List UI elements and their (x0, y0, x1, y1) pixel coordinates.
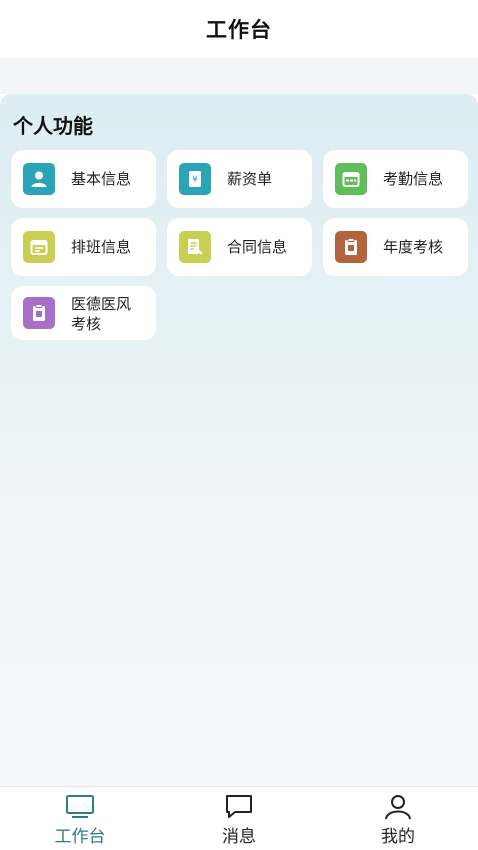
chat-icon (226, 795, 252, 818)
basic-info-card[interactable]: 基本信息 (11, 150, 156, 208)
header-gap (0, 58, 478, 94)
payslip-icon: ¥ (179, 163, 211, 195)
tab-label: 我的 (381, 827, 415, 847)
tab-me[interactable]: 我的 (338, 787, 458, 850)
annual-review-card[interactable]: 年度考核 (323, 218, 468, 276)
tab-messages[interactable]: 消息 (179, 787, 299, 850)
card-label: 医德医风 考核 (71, 294, 141, 334)
monitor-icon (66, 795, 94, 818)
bottom-tab-bar: 工作台 消息 我的 (0, 786, 478, 850)
tab-label: 消息 (222, 827, 256, 847)
card-label: 薪资单 (227, 170, 273, 188)
tab-label: 工作台 (54, 827, 106, 847)
schedule-icon (23, 231, 55, 263)
payslip-card[interactable]: ¥ 薪资单 (167, 150, 312, 208)
medical-ethics-review-card[interactable]: 医德医风 考核 (11, 286, 156, 340)
section-title: 个人功能 (13, 114, 93, 138)
card-label: 考勤信息 (383, 170, 444, 188)
card-label-line2: 考核 (71, 315, 102, 333)
card-label: 年度考核 (383, 238, 444, 256)
calendar-icon (335, 163, 367, 195)
personal-functions-panel: 个人功能 基本信息 ¥ 薪资单 考勤信息 排班信息 合同信息 年度考核 医德医风… (0, 94, 478, 786)
tab-workbench[interactable]: 工作台 (20, 787, 140, 850)
card-label-line1: 医德医风 (71, 295, 132, 313)
card-label: 合同信息 (227, 238, 288, 256)
top-bar: 工作台 (0, 0, 478, 58)
clipboard-icon (335, 231, 367, 263)
review-icon (23, 297, 55, 329)
attendance-card[interactable]: 考勤信息 (323, 150, 468, 208)
card-label: 基本信息 (71, 170, 132, 188)
person-icon (23, 163, 55, 195)
svg-text:¥: ¥ (192, 175, 198, 185)
card-label: 排班信息 (71, 238, 132, 256)
contract-icon (179, 231, 211, 263)
user-icon (385, 795, 411, 820)
contract-card[interactable]: 合同信息 (167, 218, 312, 276)
schedule-card[interactable]: 排班信息 (11, 218, 156, 276)
page-title: 工作台 (206, 18, 272, 42)
